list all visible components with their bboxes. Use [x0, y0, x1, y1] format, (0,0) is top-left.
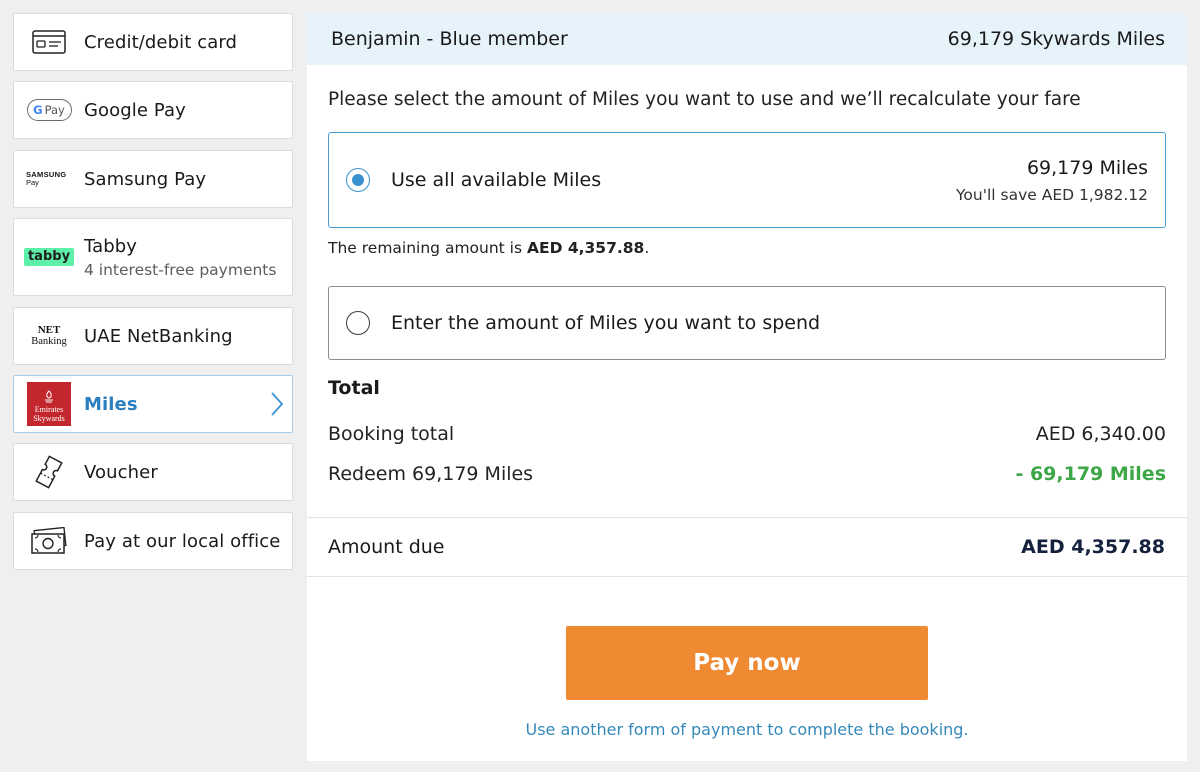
- emirates-skywards-logo: Emirates Skywards: [26, 382, 72, 426]
- payment-method-label: Miles: [84, 393, 138, 415]
- member-header: Benjamin - Blue member 69,179 Skywards M…: [307, 13, 1187, 65]
- netbanking-logo: NET Banking: [31, 324, 67, 348]
- payment-method-tabby[interactable]: tabby Tabby 4 interest-free payments: [13, 218, 293, 296]
- member-miles-balance: 69,179 Skywards Miles: [947, 28, 1165, 50]
- booking-total-row: Booking total AED 6,340.00: [328, 423, 1166, 445]
- credit-card-icon: [26, 30, 72, 54]
- radio-enter-miles[interactable]: [346, 311, 370, 335]
- option-enter-miles[interactable]: Enter the amount of Miles you want to sp…: [328, 286, 1166, 360]
- payment-method-label: Credit/debit card: [84, 31, 238, 53]
- booking-total-value: AED 6,340.00: [1035, 423, 1166, 445]
- samsung-pay-logo: SAMSUNG Pay: [26, 170, 67, 187]
- chevron-right-icon: [270, 391, 284, 421]
- booking-total-label: Booking total: [328, 423, 455, 445]
- payment-method-miles[interactable]: Emirates Skywards Miles: [13, 375, 293, 433]
- payment-method-samsung-pay[interactable]: SAMSUNG Pay Samsung Pay: [13, 150, 293, 208]
- miles-prompt: Please select the amount of Miles you wa…: [328, 89, 1081, 110]
- total-heading: Total: [328, 377, 380, 399]
- payment-method-sublabel: 4 interest-free payments: [84, 260, 277, 279]
- payment-method-netbanking[interactable]: NET Banking UAE NetBanking: [13, 307, 293, 365]
- remaining-amount: The remaining amount is AED 4,357.88.: [328, 239, 650, 257]
- miles-payment-panel: Benjamin - Blue member 69,179 Skywards M…: [307, 13, 1187, 761]
- amount-due-row: Amount due AED 4,357.88: [307, 517, 1187, 577]
- redeem-value: - 69,179 Miles: [1015, 463, 1166, 485]
- cash-icon: [26, 527, 72, 555]
- payment-method-label: UAE NetBanking: [84, 325, 233, 347]
- option-use-all-miles[interactable]: Use all available Miles 69,179 Miles You…: [328, 132, 1166, 228]
- pay-now-button[interactable]: Pay now: [566, 626, 928, 700]
- payment-method-label: Voucher: [84, 461, 158, 483]
- option-savings: You'll save AED 1,982.12: [955, 185, 1148, 204]
- voucher-icon: [26, 455, 72, 489]
- payment-method-label: Samsung Pay: [84, 168, 207, 190]
- payment-method-voucher[interactable]: Voucher: [13, 443, 293, 501]
- radio-use-all-miles[interactable]: [346, 168, 370, 192]
- option-label: Use all available Miles: [391, 169, 602, 191]
- amount-due-label: Amount due: [328, 536, 445, 558]
- option-miles-amount: 69,179 Miles: [1026, 156, 1148, 179]
- payment-method-label: Tabby: [84, 235, 138, 257]
- radio-selected-dot: [352, 174, 364, 186]
- payment-method-label: Pay at our local office: [84, 530, 281, 552]
- google-pay-logo: G Pay: [26, 99, 72, 121]
- member-name: Benjamin - Blue member: [331, 28, 568, 50]
- payment-method-google-pay[interactable]: G Pay Google Pay: [13, 81, 293, 139]
- payment-method-label: Google Pay: [84, 99, 186, 121]
- payment-method-credit-card[interactable]: Credit/debit card: [13, 13, 293, 71]
- option-label: Enter the amount of Miles you want to sp…: [391, 312, 821, 334]
- other-payment-link[interactable]: Use another form of payment to complete …: [307, 720, 1187, 739]
- redeem-label: Redeem 69,179 Miles: [328, 463, 534, 485]
- payment-method-local-office[interactable]: Pay at our local office: [13, 512, 293, 570]
- amount-due-value: AED 4,357.88: [1021, 536, 1165, 558]
- tabby-logo: tabby: [23, 248, 75, 266]
- redeem-row: Redeem 69,179 Miles - 69,179 Miles: [328, 463, 1166, 485]
